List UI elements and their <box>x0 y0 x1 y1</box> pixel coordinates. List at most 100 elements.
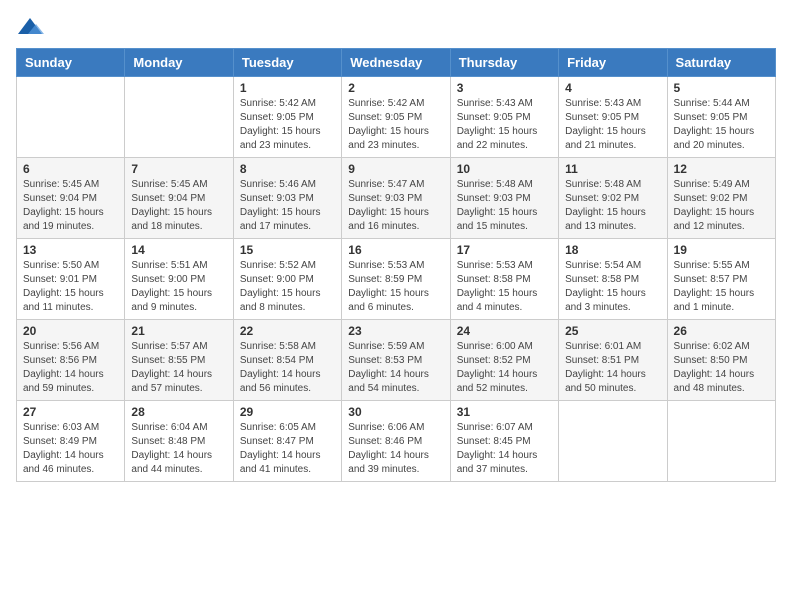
calendar-cell: 23 Sunrise: 5:59 AM Sunset: 8:53 PM Dayli… <box>342 320 450 401</box>
calendar-cell: 16 Sunrise: 5:53 AM Sunset: 8:59 PM Dayli… <box>342 239 450 320</box>
day-info: Sunrise: 5:58 AM Sunset: 8:54 PM Dayligh… <box>240 340 335 396</box>
day-number: 11 <box>565 162 660 176</box>
calendar-cell: 28 Sunrise: 6:04 AM Sunset: 8:48 PM Dayli… <box>125 401 233 482</box>
day-number: 4 <box>565 81 660 95</box>
calendar-cell: 11 Sunrise: 5:48 AM Sunset: 9:02 PM Dayli… <box>559 158 667 239</box>
calendar-week-row: 6 Sunrise: 5:45 AM Sunset: 9:04 PM Daylig… <box>17 158 776 239</box>
calendar-cell: 29Sunrise: 6:05 AM Sunset: 8:47 PM Dayli… <box>233 401 341 482</box>
calendar-cell: 5 Sunrise: 5:44 AM Sunset: 9:05 PM Daylig… <box>667 77 775 158</box>
calendar-week-row: 27 Sunrise: 6:03 AM Sunset: 8:49 PM Dayli… <box>17 401 776 482</box>
day-info: Sunrise: 5:43 AM Sunset: 9:05 PM Dayligh… <box>457 97 552 153</box>
calendar-cell <box>667 401 775 482</box>
day-number: 9 <box>348 162 443 176</box>
logo <box>16 16 46 38</box>
calendar-cell: 25Sunrise: 6:01 AM Sunset: 8:51 PM Dayli… <box>559 320 667 401</box>
calendar-cell: 1 Sunrise: 5:42 AM Sunset: 9:05 PM Daylig… <box>233 77 341 158</box>
day-info: Sunrise: 5:59 AM Sunset: 8:53 PM Dayligh… <box>348 340 443 396</box>
calendar-week-row: 1 Sunrise: 5:42 AM Sunset: 9:05 PM Daylig… <box>17 77 776 158</box>
calendar-header-row: SundayMondayTuesdayWednesdayThursdayFrid… <box>17 49 776 77</box>
day-number: 1 <box>240 81 335 95</box>
day-info: Sunrise: 6:01 AM Sunset: 8:51 PM Dayligh… <box>565 340 660 396</box>
day-of-week-header: Thursday <box>450 49 558 77</box>
calendar-cell: 31 Sunrise: 6:07 AM Sunset: 8:45 PM Dayli… <box>450 401 558 482</box>
day-number: 28 <box>131 405 226 419</box>
calendar-cell: 4 Sunrise: 5:43 AM Sunset: 9:05 PM Daylig… <box>559 77 667 158</box>
day-info: Sunrise: 5:42 AM Sunset: 9:05 PM Dayligh… <box>348 97 443 153</box>
day-number: 16 <box>348 243 443 257</box>
day-info: Sunrise: 5:47 AM Sunset: 9:03 PM Dayligh… <box>348 178 443 234</box>
day-info: Sunrise: 5:44 AM Sunset: 9:05 PM Dayligh… <box>674 97 769 153</box>
day-info: Sunrise: 5:49 AM Sunset: 9:02 PM Dayligh… <box>674 178 769 234</box>
day-of-week-header: Tuesday <box>233 49 341 77</box>
calendar-cell: 6 Sunrise: 5:45 AM Sunset: 9:04 PM Daylig… <box>17 158 125 239</box>
day-of-week-header: Sunday <box>17 49 125 77</box>
day-number: 20 <box>23 324 118 338</box>
day-number: 31 <box>457 405 552 419</box>
calendar-cell: 13Sunrise: 5:50 AM Sunset: 9:01 PM Dayli… <box>17 239 125 320</box>
calendar-table: SundayMondayTuesdayWednesdayThursdayFrid… <box>16 48 776 482</box>
calendar-cell: 15 Sunrise: 5:52 AM Sunset: 9:00 PM Dayli… <box>233 239 341 320</box>
day-number: 7 <box>131 162 226 176</box>
day-number: 19 <box>674 243 769 257</box>
calendar-cell: 17Sunrise: 5:53 AM Sunset: 8:58 PM Dayli… <box>450 239 558 320</box>
day-number: 14 <box>131 243 226 257</box>
day-info: Sunrise: 6:04 AM Sunset: 8:48 PM Dayligh… <box>131 421 226 477</box>
day-number: 18 <box>565 243 660 257</box>
page-header <box>16 16 776 38</box>
calendar-cell: 7 Sunrise: 5:45 AM Sunset: 9:04 PM Daylig… <box>125 158 233 239</box>
day-number: 22 <box>240 324 335 338</box>
day-number: 3 <box>457 81 552 95</box>
day-number: 8 <box>240 162 335 176</box>
day-info: Sunrise: 6:00 AM Sunset: 8:52 PM Dayligh… <box>457 340 552 396</box>
day-number: 6 <box>23 162 118 176</box>
day-number: 12 <box>674 162 769 176</box>
calendar-cell: 20 Sunrise: 5:56 AM Sunset: 8:56 PM Dayli… <box>17 320 125 401</box>
calendar-cell: 24 Sunrise: 6:00 AM Sunset: 8:52 PM Dayli… <box>450 320 558 401</box>
day-number: 29 <box>240 405 335 419</box>
day-info: Sunrise: 5:53 AM Sunset: 8:59 PM Dayligh… <box>348 259 443 315</box>
day-info: Sunrise: 5:55 AM Sunset: 8:57 PM Dayligh… <box>674 259 769 315</box>
day-number: 26 <box>674 324 769 338</box>
day-info: Sunrise: 5:45 AM Sunset: 9:04 PM Dayligh… <box>23 178 118 234</box>
day-number: 5 <box>674 81 769 95</box>
calendar-cell: 22 Sunrise: 5:58 AM Sunset: 8:54 PM Dayli… <box>233 320 341 401</box>
day-info: Sunrise: 6:07 AM Sunset: 8:45 PM Dayligh… <box>457 421 552 477</box>
day-info: Sunrise: 6:03 AM Sunset: 8:49 PM Dayligh… <box>23 421 118 477</box>
day-info: Sunrise: 6:02 AM Sunset: 8:50 PM Dayligh… <box>674 340 769 396</box>
day-of-week-header: Friday <box>559 49 667 77</box>
day-number: 23 <box>348 324 443 338</box>
day-info: Sunrise: 5:52 AM Sunset: 9:00 PM Dayligh… <box>240 259 335 315</box>
day-number: 15 <box>240 243 335 257</box>
day-info: Sunrise: 5:48 AM Sunset: 9:03 PM Dayligh… <box>457 178 552 234</box>
day-number: 30 <box>348 405 443 419</box>
calendar-cell: 2 Sunrise: 5:42 AM Sunset: 9:05 PM Daylig… <box>342 77 450 158</box>
calendar-cell <box>125 77 233 158</box>
day-info: Sunrise: 5:51 AM Sunset: 9:00 PM Dayligh… <box>131 259 226 315</box>
day-of-week-header: Monday <box>125 49 233 77</box>
calendar-cell: 18 Sunrise: 5:54 AM Sunset: 8:58 PM Dayli… <box>559 239 667 320</box>
day-number: 2 <box>348 81 443 95</box>
logo-icon <box>16 16 44 38</box>
day-of-week-header: Saturday <box>667 49 775 77</box>
day-number: 24 <box>457 324 552 338</box>
day-of-week-header: Wednesday <box>342 49 450 77</box>
day-number: 21 <box>131 324 226 338</box>
day-info: Sunrise: 5:45 AM Sunset: 9:04 PM Dayligh… <box>131 178 226 234</box>
calendar-cell: 8Sunrise: 5:46 AM Sunset: 9:03 PM Daylig… <box>233 158 341 239</box>
day-info: Sunrise: 5:43 AM Sunset: 9:05 PM Dayligh… <box>565 97 660 153</box>
day-info: Sunrise: 5:54 AM Sunset: 8:58 PM Dayligh… <box>565 259 660 315</box>
day-info: Sunrise: 5:56 AM Sunset: 8:56 PM Dayligh… <box>23 340 118 396</box>
calendar-cell: 19 Sunrise: 5:55 AM Sunset: 8:57 PM Dayli… <box>667 239 775 320</box>
calendar-cell <box>559 401 667 482</box>
day-number: 10 <box>457 162 552 176</box>
calendar-cell: 10 Sunrise: 5:48 AM Sunset: 9:03 PM Dayli… <box>450 158 558 239</box>
calendar-cell: 27 Sunrise: 6:03 AM Sunset: 8:49 PM Dayli… <box>17 401 125 482</box>
day-info: Sunrise: 5:57 AM Sunset: 8:55 PM Dayligh… <box>131 340 226 396</box>
day-info: Sunrise: 6:06 AM Sunset: 8:46 PM Dayligh… <box>348 421 443 477</box>
calendar-cell: 21 Sunrise: 5:57 AM Sunset: 8:55 PM Dayli… <box>125 320 233 401</box>
day-number: 17 <box>457 243 552 257</box>
calendar-cell: 12 Sunrise: 5:49 AM Sunset: 9:02 PM Dayli… <box>667 158 775 239</box>
day-info: Sunrise: 5:48 AM Sunset: 9:02 PM Dayligh… <box>565 178 660 234</box>
day-number: 27 <box>23 405 118 419</box>
day-info: Sunrise: 5:42 AM Sunset: 9:05 PM Dayligh… <box>240 97 335 153</box>
